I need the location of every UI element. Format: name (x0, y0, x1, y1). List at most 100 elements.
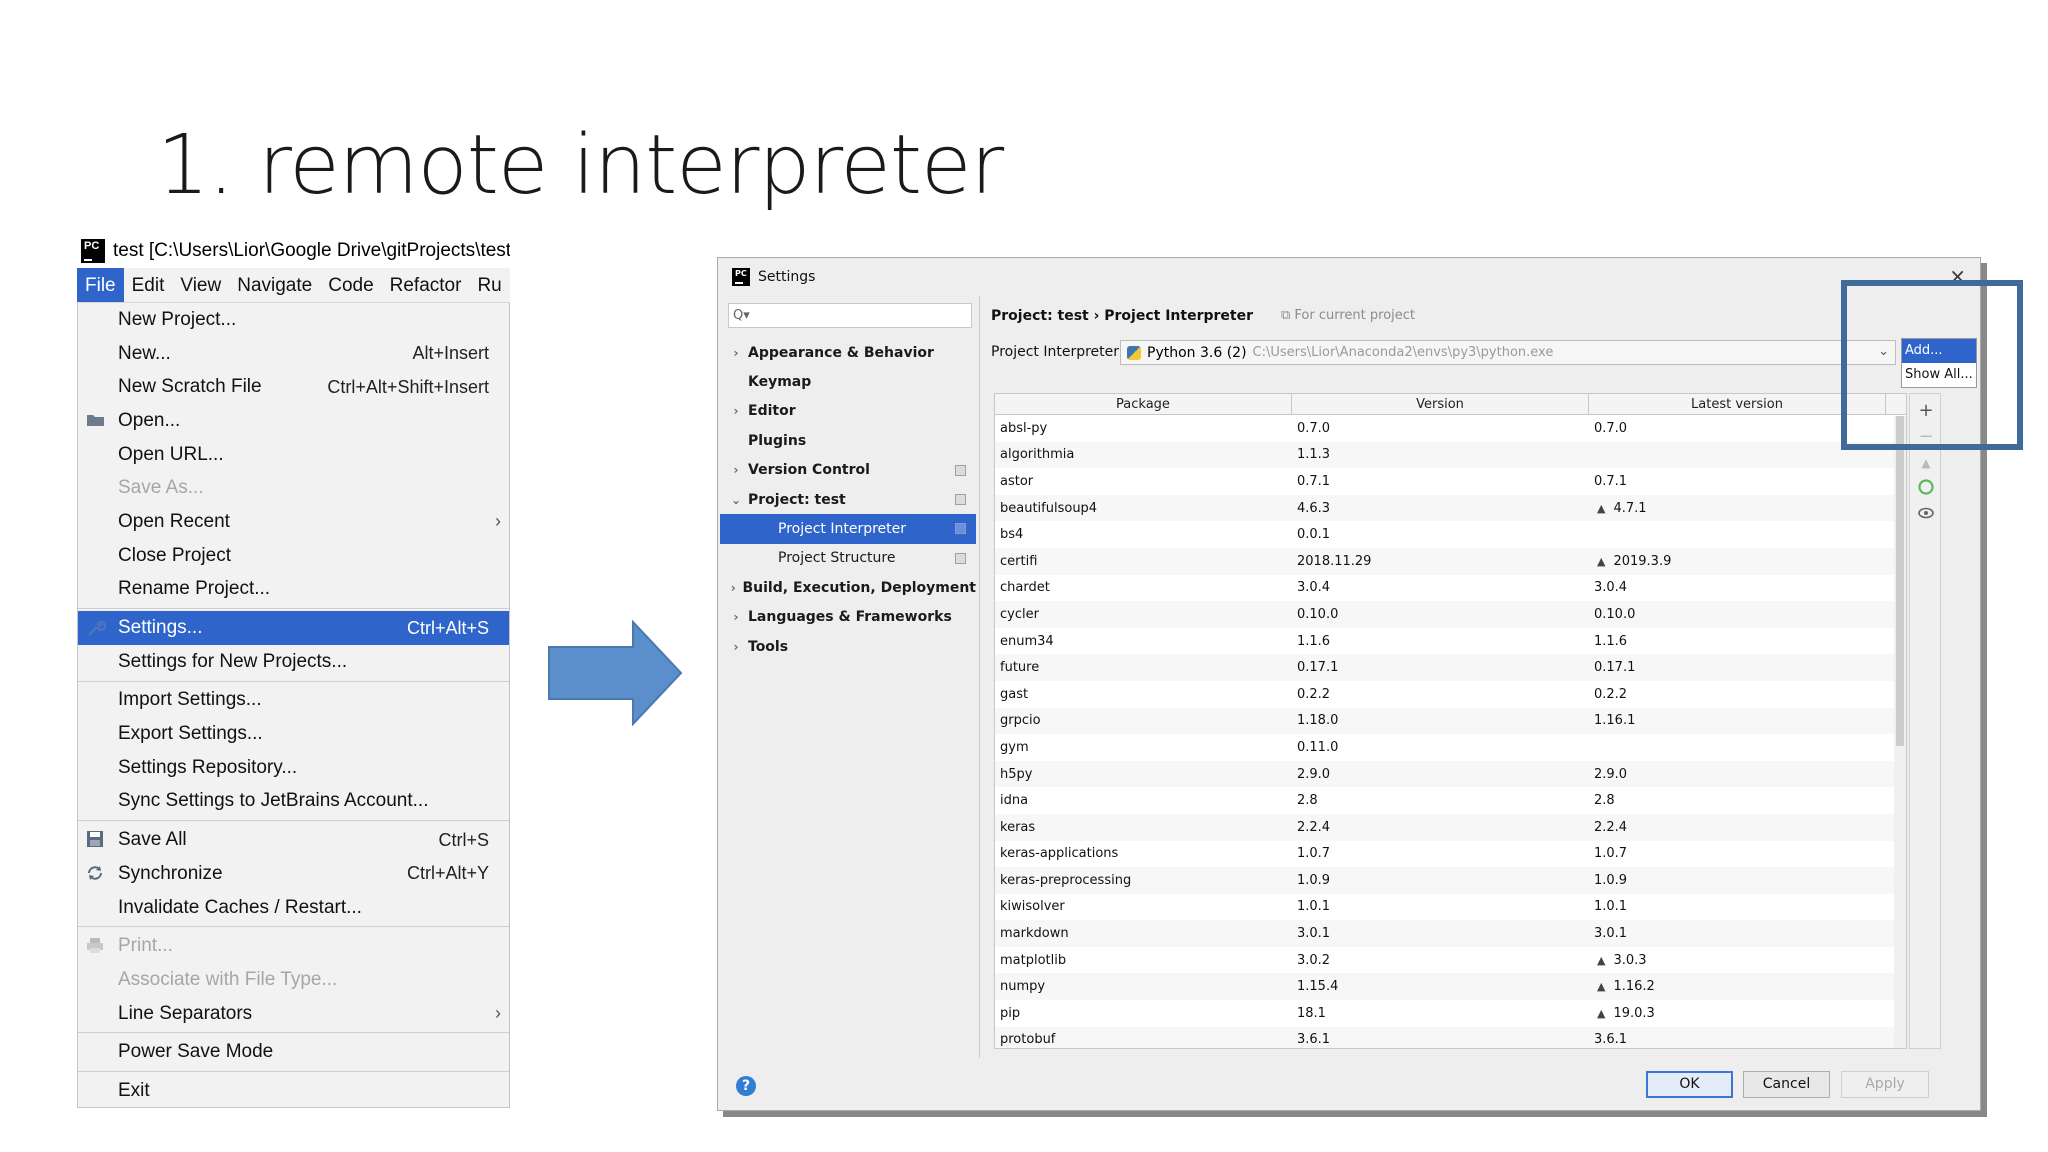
table-row[interactable]: pip 18.1 ▲ 19.0.3 (995, 1000, 1906, 1027)
version-cell: 2.8 (1292, 793, 1589, 808)
tree-item-editor[interactable]: › Editor (720, 397, 976, 426)
tree-item-keymap[interactable]: Keymap (720, 367, 976, 396)
packages-scrollbar[interactable] (1894, 416, 1906, 1048)
column-header-package[interactable]: Package (995, 394, 1292, 414)
table-row[interactable]: gast 0.2.2 0.2.2 (995, 680, 1906, 708)
menu-item-save-all[interactable]: Save All Ctrl+S (78, 823, 509, 857)
table-row[interactable]: numpy 1.15.4 ▲ 1.16.2 (995, 973, 1906, 1001)
menu-item-export-settings[interactable]: Export Settings... (78, 717, 509, 751)
table-row[interactable]: grpcio 1.18.0 1.16.1 (995, 707, 1906, 735)
menu-item-import-settings[interactable]: Import Settings... (78, 684, 509, 718)
tree-item-build-execution-deployment[interactable]: › Build, Execution, Deployment (720, 573, 976, 602)
version-cell: 3.0.2 (1292, 953, 1589, 968)
cell-text: 1.0.1 (1594, 899, 1628, 915)
menubar-item-navigate[interactable]: Navigate (229, 268, 320, 302)
menubar-item-file[interactable]: File (77, 268, 124, 302)
menu-item-exit[interactable]: Exit (78, 1074, 509, 1108)
tree-expand-icon[interactable]: › (730, 610, 742, 624)
menubar-item-ru[interactable]: Ru (469, 268, 509, 302)
tree-expand-icon[interactable]: › (730, 463, 742, 477)
table-row[interactable]: enum34 1.1.6 1.1.6 (995, 627, 1906, 655)
column-header-version[interactable]: Version (1292, 394, 1589, 414)
menu-item-rename-project[interactable]: Rename Project... (78, 573, 509, 607)
tree-item-languages-frameworks[interactable]: › Languages & Frameworks (720, 603, 976, 632)
tree-expand-icon[interactable]: ⌄ (730, 493, 742, 507)
menu-item-settings-for-new-projects[interactable]: Settings for New Projects... (78, 645, 509, 679)
scrollbar-thumb[interactable] (1896, 416, 1904, 746)
menu-item-new[interactable]: New... Alt+Insert (78, 337, 509, 371)
cancel-button[interactable]: Cancel (1743, 1071, 1830, 1098)
table-row[interactable]: gym 0.11.0 (995, 734, 1906, 761)
cell-text: 0.2.2 (1594, 686, 1628, 702)
table-row[interactable]: bs4 0.0.1 (995, 521, 1906, 548)
tree-expand-icon[interactable]: › (730, 581, 737, 595)
menu-item-open[interactable]: Open... (78, 404, 509, 438)
table-row[interactable]: keras-applications 1.0.7 1.0.7 (995, 840, 1906, 868)
tree-item-tools[interactable]: › Tools (720, 632, 976, 661)
upgrade-package-icon[interactable]: ▲ (1915, 452, 1937, 474)
menu-item-open-url[interactable]: Open URL... (78, 438, 509, 472)
menu-item-open-recent[interactable]: Open Recent › (78, 505, 509, 539)
menu-item-close-project[interactable]: Close Project (78, 539, 509, 573)
settings-tree: › Appearance & Behavior Keymap › Editor Plugi… (720, 338, 976, 1078)
table-row[interactable]: matplotlib 3.0.2 ▲ 3.0.3 (995, 946, 1906, 974)
tree-item-project-structure[interactable]: Project Structure (720, 544, 976, 573)
menu-item-save-as[interactable]: Save As... (78, 471, 509, 505)
table-row[interactable]: absl-py 0.7.0 0.7.0 (995, 415, 1906, 442)
table-row[interactable]: protobuf 3.6.1 3.6.1 (995, 1026, 1906, 1048)
table-row[interactable]: chardet 3.0.4 3.0.4 (995, 574, 1906, 602)
table-row[interactable]: markdown 3.0.1 3.0.1 (995, 920, 1906, 947)
menu-item-print[interactable]: Print... (78, 929, 509, 963)
tree-item-version-control[interactable]: › Version Control (720, 456, 976, 485)
table-row[interactable]: beautifulsoup4 4.6.3 ▲ 4.7.1 (995, 494, 1906, 522)
tree-expand-icon[interactable]: › (730, 404, 742, 418)
tree-item-appearance-behavior[interactable]: › Appearance & Behavior (720, 338, 976, 367)
table-row[interactable]: kiwisolver 1.0.1 1.0.1 (995, 893, 1906, 921)
interpreter-select[interactable]: Python 3.6 (2) C:\Users\Lior\Anaconda2\e… (1120, 340, 1896, 365)
menu-item-settings[interactable]: Settings... Ctrl+Alt+S (78, 611, 509, 645)
refresh-icon[interactable] (1915, 478, 1937, 500)
version-cell: 0.2.2 (1292, 687, 1589, 702)
menu-item-label: Invalidate Caches / Restart... (118, 896, 362, 918)
menubar-item-code[interactable]: Code (320, 268, 381, 302)
menu-item-power-save-mode[interactable]: Power Save Mode (78, 1035, 509, 1069)
menu-item-shortcut: Ctrl+Alt+Y (406, 863, 489, 884)
tree-item-project-interpreter[interactable]: Project Interpreter (720, 514, 976, 544)
tree-expand-icon[interactable]: › (730, 640, 742, 654)
menu-item-new-project[interactable]: New Project... (78, 303, 509, 337)
table-row[interactable]: algorithmia 1.1.3 (995, 441, 1906, 469)
menu-item-sync-settings-to-jetbrains-account[interactable]: Sync Settings to JetBrains Account... (78, 785, 509, 819)
table-row[interactable]: future 0.17.1 0.17.1 (995, 654, 1906, 681)
show-early-releases-eye-icon[interactable] (1915, 504, 1937, 526)
menu-item-line-separators[interactable]: Line Separators › (78, 997, 509, 1031)
table-row[interactable]: astor 0.7.1 0.7.1 (995, 468, 1906, 495)
help-icon[interactable]: ? (736, 1076, 756, 1096)
menu-item-invalidate-caches-restart[interactable]: Invalidate Caches / Restart... (78, 891, 509, 925)
tree-item-label: Plugins (748, 432, 807, 449)
menubar-item-view[interactable]: View (172, 268, 229, 302)
menubar-item-edit[interactable]: Edit (124, 268, 173, 302)
table-row[interactable]: keras-preprocessing 1.0.9 1.0.9 (995, 867, 1906, 894)
latest-version-cell: 0.7.1 (1589, 474, 1886, 489)
menu-item-associate-with-file-type[interactable]: Associate with File Type... (78, 963, 509, 997)
table-row[interactable]: idna 2.8 2.8 (995, 787, 1906, 814)
table-row[interactable]: h5py 2.9.0 2.9.0 (995, 760, 1906, 788)
table-row[interactable]: cycler 0.10.0 0.10.0 (995, 601, 1906, 628)
cell-text: 1.0.9 (1594, 872, 1628, 888)
tree-expand-icon[interactable]: › (730, 346, 742, 360)
tree-item-plugins[interactable]: Plugins (720, 426, 976, 455)
menu-item-label: Close Project (118, 544, 231, 566)
settings-search-input[interactable]: Q▾ (728, 303, 972, 328)
tree-item-project-test[interactable]: ⌄ Project: test (720, 485, 976, 514)
menu-item-synchronize[interactable]: Synchronize Ctrl+Alt+Y (78, 857, 509, 891)
ok-button[interactable]: OK (1646, 1071, 1733, 1098)
version-cell: 1.0.1 (1292, 899, 1589, 914)
menubar-item-refactor[interactable]: Refactor (382, 268, 470, 302)
version-cell: 3.0.4 (1292, 580, 1589, 595)
latest-version-cell: ▲ 1.16.2 (1589, 979, 1886, 994)
table-row[interactable]: certifi 2018.11.29 ▲ 2019.3.9 (995, 547, 1906, 575)
menu-item-new-scratch-file[interactable]: New Scratch File Ctrl+Alt+Shift+Insert (78, 370, 509, 404)
table-row[interactable]: keras 2.2.4 2.2.4 (995, 813, 1906, 841)
menu-item-settings-repository[interactable]: Settings Repository... (78, 751, 509, 785)
apply-button[interactable]: Apply (1841, 1071, 1929, 1098)
